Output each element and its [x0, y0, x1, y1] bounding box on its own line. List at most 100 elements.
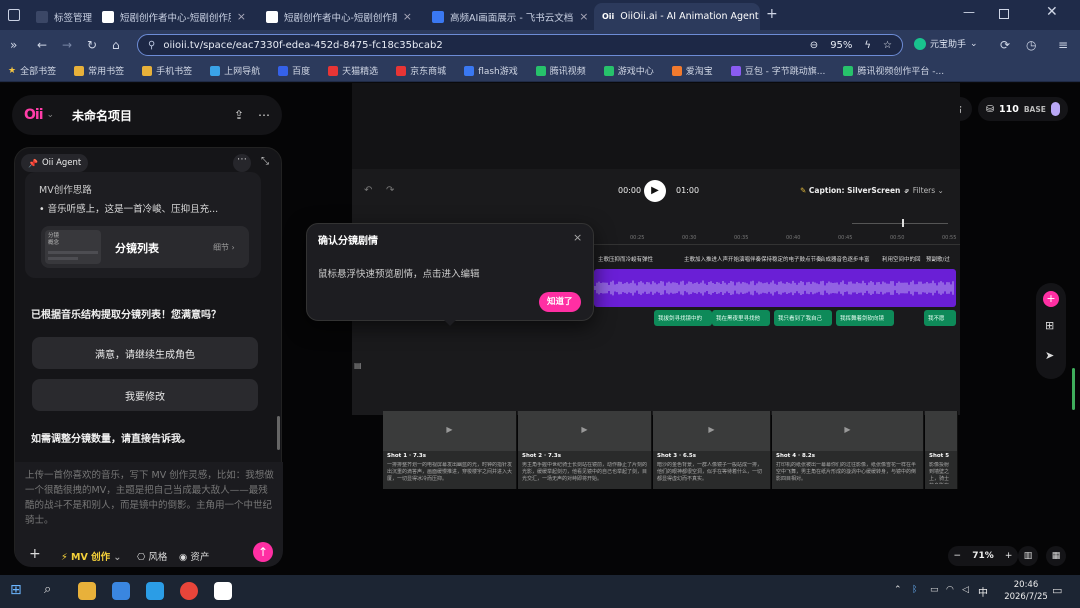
caption-chip[interactable]: 我只看到了我自己: [774, 310, 832, 326]
close-tab-icon[interactable]: ×: [579, 10, 588, 23]
minimize-icon[interactable]: —: [963, 5, 975, 19]
caption-style-button[interactable]: ✎ Caption: SilverScreen ⌄: [800, 186, 909, 195]
caption-chip[interactable]: 我拔剑寻找镜中的: [654, 310, 712, 326]
map-icon[interactable]: ▥: [1018, 546, 1038, 566]
share-icon[interactable]: ⇪: [234, 108, 244, 122]
back-icon[interactable]: ←: [37, 38, 47, 52]
zoom-icon[interactable]: ⊖: [810, 40, 818, 51]
address-bar[interactable]: ⚲ oiioii.tv/space/eac7330f-edea-452d-847…: [137, 34, 903, 56]
timeline-zoom-slider[interactable]: [852, 223, 948, 224]
more-icon[interactable]: ⋯: [233, 154, 251, 172]
lyrics-segment[interactable]: 合成器音色逐步丰富: [820, 255, 870, 263]
chat-scrollbar[interactable]: [277, 416, 280, 450]
bookmark-item[interactable]: 京东商城: [396, 64, 446, 77]
tray-chevron-icon[interactable]: ⌃: [894, 585, 902, 595]
play-button[interactable]: ▶: [644, 180, 666, 202]
assets-button[interactable]: ◉ 资产: [179, 549, 209, 563]
continue-generate-button[interactable]: 满意，请继续生成角色: [32, 337, 258, 369]
window-menu-icon[interactable]: [8, 9, 20, 21]
app-icon[interactable]: [146, 582, 164, 600]
caption-chip[interactable]: 我挥舞着剑砍向镜: [836, 310, 894, 326]
bookmark-item[interactable]: 手机书签: [142, 64, 192, 77]
shot-card[interactable]: ▶ Shot 1 · 7.3s 一排排整齐划一的电视屏幕发出幽蓝的光，时钟的指针发出…: [383, 411, 517, 489]
bookmark-item[interactable]: 上网导航: [210, 64, 260, 77]
tab-3[interactable]: 短剧创作者中心-短剧创作服务平台 ×: [258, 3, 420, 30]
history-icon[interactable]: ◷: [1026, 38, 1036, 52]
ime-indicator[interactable]: 中: [978, 584, 988, 599]
caption-chip[interactable]: 我在黑夜里寻找他: [712, 310, 770, 326]
extensions-icon[interactable]: ⟳: [1000, 38, 1010, 52]
modal-confirm-button[interactable]: 知道了: [539, 292, 581, 312]
bookmark-item[interactable]: 游戏中心: [603, 64, 654, 77]
lyrics-segment[interactable]: 预副歌/过: [926, 255, 950, 263]
cursor-icon[interactable]: ➤: [1045, 349, 1054, 362]
mode-selector[interactable]: ⚡ MV 创作 ⌄: [61, 549, 121, 563]
home-icon[interactable]: ⌂: [112, 38, 120, 52]
shot-play-icon[interactable]: ▶: [446, 425, 452, 434]
chat-input[interactable]: 上传一首你喜欢的音乐，写下 MV 创作灵感，比如：我想做一个很酷很拽的MV，主题…: [25, 468, 275, 540]
credits-badge[interactable]: ⛁ 110 BASE: [978, 97, 1068, 121]
avatar[interactable]: [1050, 102, 1060, 116]
chrome-icon[interactable]: [180, 582, 198, 600]
shot-card[interactable]: Shot 5 影像投射到墙壁之上，骑士的身影在光与影中交错。: [925, 411, 958, 489]
caption-chip[interactable]: 我不愿: [924, 310, 956, 326]
maximize-icon[interactable]: [999, 9, 1009, 19]
shot-play-icon[interactable]: ▶: [708, 425, 714, 434]
reload-icon[interactable]: ↻: [87, 38, 97, 52]
grid-icon[interactable]: ⊞: [1045, 319, 1054, 332]
clock[interactable]: 20:46 2026/7/25: [1000, 579, 1052, 603]
project-title[interactable]: 未命名项目: [72, 107, 132, 124]
site-info-icon[interactable]: ⚲: [148, 40, 155, 51]
bookmark-item[interactable]: 腾讯视频: [535, 64, 586, 77]
zoom-level[interactable]: 95%: [830, 40, 852, 51]
bluetooth-icon[interactable]: ᛒ: [912, 585, 917, 595]
close-window-icon[interactable]: ✕: [1046, 4, 1058, 20]
star-bookmark-icon[interactable]: ☆: [883, 40, 892, 51]
bookmark-item[interactable]: 腾讯视频创作平台 -...: [843, 64, 944, 77]
assistant-button[interactable]: 元宝助手 ⌄: [914, 37, 978, 50]
lightning-icon[interactable]: ϟ: [864, 40, 871, 51]
shot-card[interactable]: ▶ Shot 3 · 6.5s 暗沙的金色背景，一群人像镜子一般站成一排，他们的眼神…: [653, 411, 771, 489]
storyboard-card[interactable]: 分镜 概念 分镜列表 细节 ›: [41, 226, 249, 268]
style-button[interactable]: ⎔ 风格: [137, 549, 167, 563]
lyrics-segment[interactable]: 主歌压抑而冷峻有弹性: [598, 255, 653, 263]
add-attachment-icon[interactable]: +: [29, 546, 41, 562]
oii-logo[interactable]: Oii: [24, 107, 43, 123]
battery-icon[interactable]: ▭: [930, 585, 939, 595]
collapse-icon[interactable]: ⤡: [261, 156, 269, 167]
undo-icon[interactable]: ↶: [364, 185, 372, 196]
bookmark-item[interactable]: flash游戏: [464, 64, 518, 77]
qq-icon[interactable]: [214, 582, 232, 600]
bookmark-item[interactable]: 爱淘宝: [671, 64, 713, 77]
more-icon[interactable]: ⋯: [258, 108, 270, 122]
chevron-down-icon[interactable]: ⌄: [47, 110, 55, 120]
modal-close-icon[interactable]: ×: [573, 231, 582, 244]
bookmark-item[interactable]: 天猫精选: [328, 64, 378, 77]
volume-icon[interactable]: ◁: [962, 585, 969, 595]
shot-play-icon[interactable]: ▶: [581, 425, 587, 434]
zoom-in-button[interactable]: +: [1005, 551, 1013, 561]
add-node-button[interactable]: +: [1043, 291, 1059, 307]
redo-icon[interactable]: ↷: [386, 185, 394, 196]
lyrics-segment[interactable]: 利用空间中的回: [882, 255, 921, 263]
send-button[interactable]: ↑: [253, 542, 273, 562]
bookmark-item[interactable]: 百度: [278, 64, 310, 77]
layout-icon[interactable]: ▦: [1046, 546, 1066, 566]
shot-card[interactable]: ▶ Shot 2 · 7.3s 男主角手握中世纪骑士长剑站在镜前，动作静止了片刻的光…: [518, 411, 652, 489]
storyboard-detail-link[interactable]: 细节 ›: [213, 242, 235, 253]
menu-icon[interactable]: ≡: [1058, 38, 1068, 52]
browser-app-icon[interactable]: [112, 582, 130, 600]
audio-track[interactable]: [594, 269, 956, 307]
lyrics-segment[interactable]: 主歌加入推进人声开始演唱: [684, 255, 750, 263]
shot-play-icon[interactable]: ▶: [844, 425, 850, 434]
new-tab-button[interactable]: +: [766, 6, 778, 22]
notification-icon[interactable]: ▭: [1052, 584, 1062, 597]
close-tab-icon[interactable]: ×: [237, 10, 246, 23]
file-explorer-icon[interactable]: [78, 582, 96, 600]
zoom-out-button[interactable]: −: [954, 551, 962, 561]
shot-card[interactable]: ▶ Shot 4 · 8.2s 打印机的纸张被出一幕幕你们的过往影像，纸张像雪花一样…: [772, 411, 924, 489]
tab-2[interactable]: 短剧创作者中心-短剧创作服务平台 ×: [94, 3, 254, 30]
bookmark-item[interactable]: 豆包 - 字节跳动旗...: [730, 64, 825, 77]
sidebar-expand-icon[interactable]: »: [10, 38, 17, 52]
search-icon[interactable]: ⌕: [44, 582, 62, 600]
